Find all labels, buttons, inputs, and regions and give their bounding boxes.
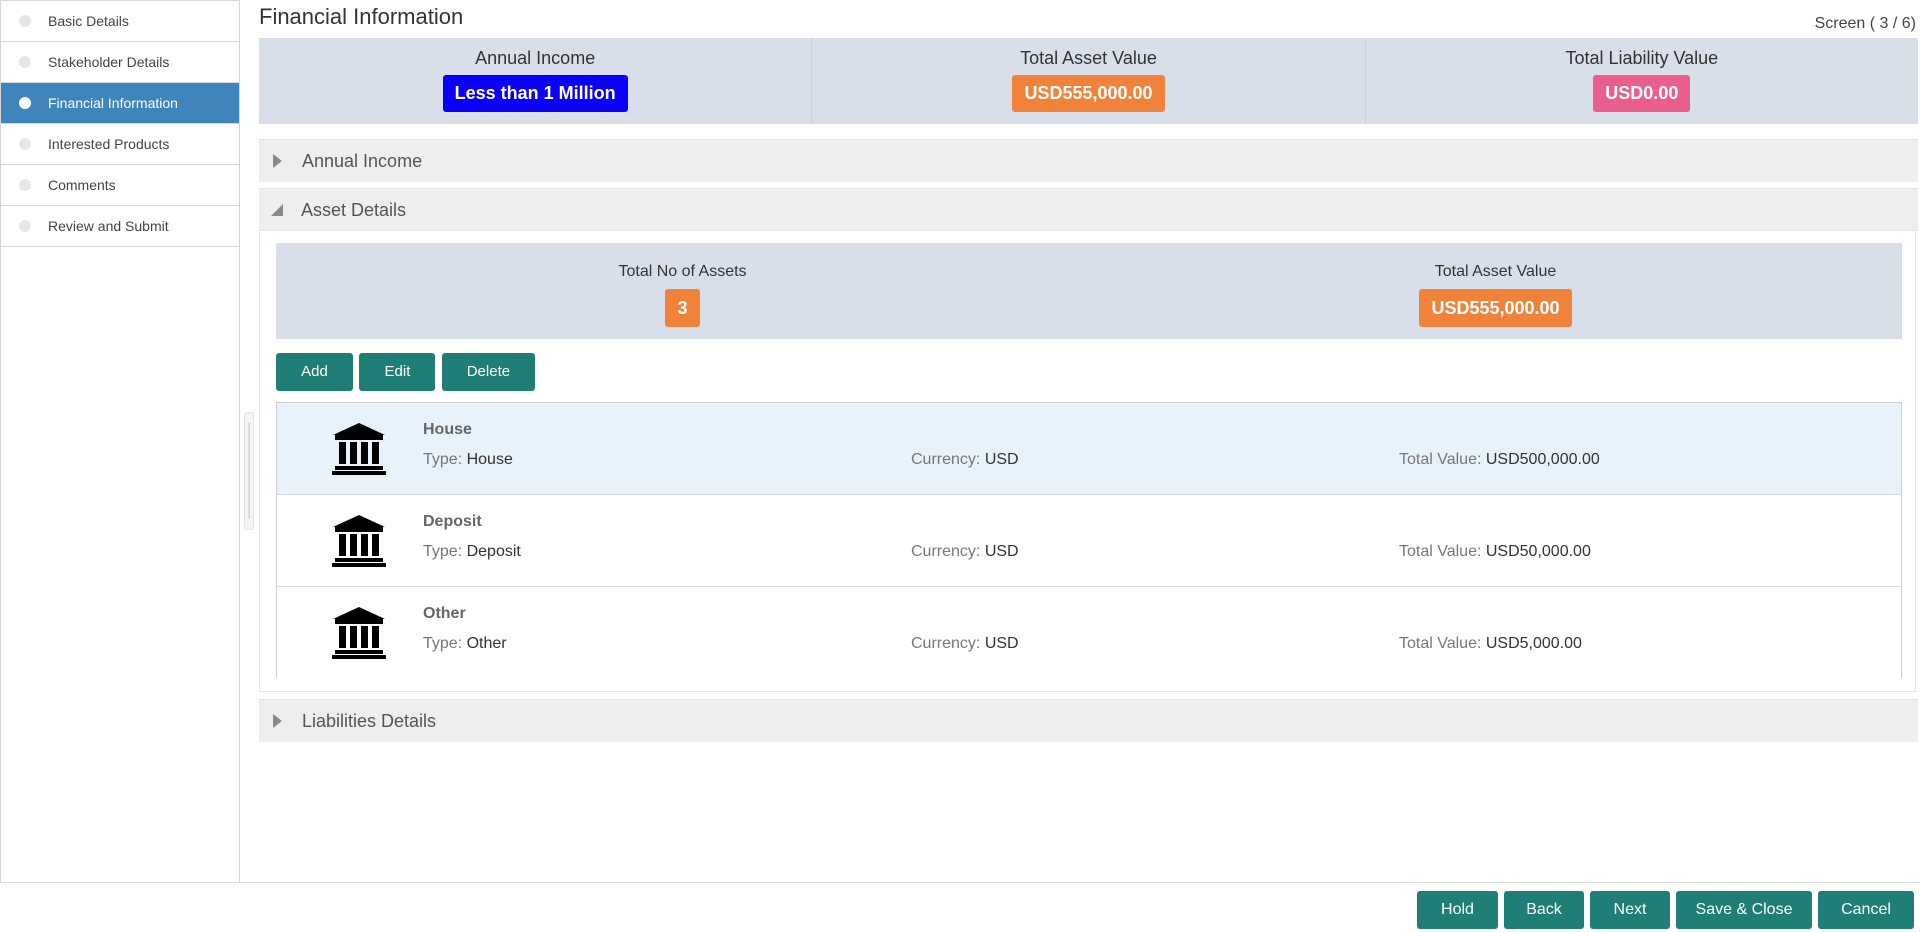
field-label: Currency: <box>911 543 981 560</box>
asset-total-field: Total Value: USD5,000.00 <box>1399 635 1582 653</box>
asset-value-label: Total Asset Value <box>1434 263 1557 280</box>
asset-row[interactable]: Other Type: Other Currency: USD Total Va… <box>277 587 1901 678</box>
asset-type-field: Type: Other <box>423 635 507 653</box>
back-button[interactable]: Back <box>1504 891 1584 929</box>
asset-total-value: USD5,000.00 <box>1485 635 1582 652</box>
asset-currency-value: USD <box>984 635 1019 652</box>
total-liability-badge: USD0.00 <box>1593 75 1691 112</box>
field-label: Total Value: <box>1399 543 1482 560</box>
asset-type-field: Type: House <box>423 451 513 469</box>
field-label: Type: <box>423 543 463 560</box>
asset-title: Deposit <box>423 513 482 530</box>
next-button[interactable]: Next <box>1590 891 1670 929</box>
asset-total-field: Total Value: USD50,000.00 <box>1399 543 1591 561</box>
sidebar-nav: Basic Details Stakeholder Details Financ… <box>0 0 240 882</box>
cancel-button[interactable]: Cancel <box>1818 891 1914 929</box>
asset-count-label: Total No of Assets <box>618 263 747 280</box>
asset-currency-value: USD <box>984 543 1019 560</box>
step-indicator-icon <box>19 15 31 27</box>
step-indicator-icon <box>19 179 31 191</box>
asset-list: House Type: House Currency: USD Total Va… <box>276 402 1902 678</box>
bank-icon <box>332 515 386 567</box>
asset-details-panel: Total No of Assets 3 Total Asset Value U… <box>259 230 1916 692</box>
section-title: Annual Income <box>302 150 423 171</box>
asset-details-section-header[interactable]: Asset Details <box>259 188 1918 231</box>
asset-type-value: Other <box>466 635 507 652</box>
delete-button[interactable]: Delete <box>441 353 535 391</box>
bank-icon <box>332 423 386 475</box>
field-label: Total Value: <box>1399 451 1482 468</box>
section-title: Liabilities Details <box>302 710 437 731</box>
sidebar-item-label: Financial Information <box>48 95 178 111</box>
asset-type-field: Type: Deposit <box>423 543 521 561</box>
asset-currency-field: Currency: USD <box>911 635 1019 653</box>
sidebar-item-stakeholder-details[interactable]: Stakeholder Details <box>1 42 239 83</box>
asset-value-badge: USD555,000.00 <box>1419 289 1572 327</box>
asset-type-value: House <box>466 451 513 468</box>
annual-income-summary: Annual Income Less than 1 Million <box>259 38 813 124</box>
sidebar-item-interested-products[interactable]: Interested Products <box>1 124 239 165</box>
main-content: Financial Information Screen ( 3 / 6) An… <box>258 0 1920 882</box>
step-indicator-icon <box>19 220 31 232</box>
sidebar-item-label: Comments <box>48 177 116 193</box>
total-liability-summary: Total Liability Value USD0.00 <box>1366 38 1918 124</box>
caret-right-icon <box>273 154 282 168</box>
asset-currency-value: USD <box>984 451 1019 468</box>
total-asset-badge: USD555,000.00 <box>1012 75 1165 112</box>
annual-income-section-header[interactable]: Annual Income <box>259 139 1918 182</box>
sidebar-item-label: Interested Products <box>48 136 170 152</box>
step-indicator-icon <box>19 138 31 150</box>
panel-resize-handle[interactable] <box>244 412 254 530</box>
save-close-button[interactable]: Save & Close <box>1676 891 1812 929</box>
caret-down-icon <box>271 204 283 216</box>
annual-income-label: Annual Income <box>475 48 596 68</box>
asset-type-value: Deposit <box>466 543 521 560</box>
total-asset-summary: Total Asset Value USD555,000.00 <box>812 38 1366 124</box>
total-asset-label: Total Asset Value <box>1020 48 1157 68</box>
sidebar-item-financial-information[interactable]: Financial Information <box>1 83 239 124</box>
asset-count-summary: Total No of Assets 3 <box>276 243 1089 339</box>
add-button[interactable]: Add <box>276 353 353 391</box>
field-label: Type: <box>423 451 463 468</box>
caret-right-icon <box>273 714 282 728</box>
asset-currency-field: Currency: USD <box>911 451 1019 469</box>
sidebar-item-label: Review and Submit <box>48 218 169 234</box>
asset-row[interactable]: House Type: House Currency: USD Total Va… <box>277 403 1901 495</box>
field-label: Total Value: <box>1399 635 1482 652</box>
field-label: Currency: <box>911 451 981 468</box>
asset-count-badge: 3 <box>665 289 700 327</box>
hold-button[interactable]: Hold <box>1417 891 1498 929</box>
asset-total-value: USD500,000.00 <box>1485 451 1600 468</box>
step-indicator-icon <box>19 97 31 109</box>
sidebar-item-basic-details[interactable]: Basic Details <box>1 1 239 42</box>
asset-total-value: USD50,000.00 <box>1485 543 1591 560</box>
liabilities-details-section-header[interactable]: Liabilities Details <box>259 699 1918 742</box>
annual-income-badge: Less than 1 Million <box>442 75 628 112</box>
sidebar-item-comments[interactable]: Comments <box>1 165 239 206</box>
asset-currency-field: Currency: USD <box>911 543 1019 561</box>
asset-value-summary: Total Asset Value USD555,000.00 <box>1089 243 1902 339</box>
section-title: Asset Details <box>301 199 407 220</box>
edit-button[interactable]: Edit <box>359 353 436 391</box>
footer-actions: Hold Back Next Save & Close Cancel <box>0 882 1920 932</box>
asset-actions: Add Edit Delete <box>276 353 537 391</box>
sidebar-item-label: Stakeholder Details <box>48 54 170 70</box>
screen-indicator: Screen ( 3 / 6) <box>1814 15 1916 32</box>
asset-row[interactable]: Deposit Type: Deposit Currency: USD Tota… <box>277 495 1901 587</box>
total-liability-label: Total Liability Value <box>1565 48 1719 68</box>
field-label: Type: <box>423 635 463 652</box>
step-indicator-icon <box>19 56 31 68</box>
financial-summary: Annual Income Less than 1 Million Total … <box>259 38 1918 124</box>
asset-summary: Total No of Assets 3 Total Asset Value U… <box>276 243 1902 339</box>
bank-icon <box>332 607 386 659</box>
resize-grip <box>248 423 250 519</box>
asset-total-field: Total Value: USD500,000.00 <box>1399 451 1600 469</box>
field-label: Currency: <box>911 635 981 652</box>
asset-title: House <box>423 421 472 438</box>
sidebar-item-review-and-submit[interactable]: Review and Submit <box>1 206 239 247</box>
sidebar-item-label: Basic Details <box>48 13 129 29</box>
page-title: Financial Information <box>259 4 464 29</box>
asset-title: Other <box>423 605 466 622</box>
